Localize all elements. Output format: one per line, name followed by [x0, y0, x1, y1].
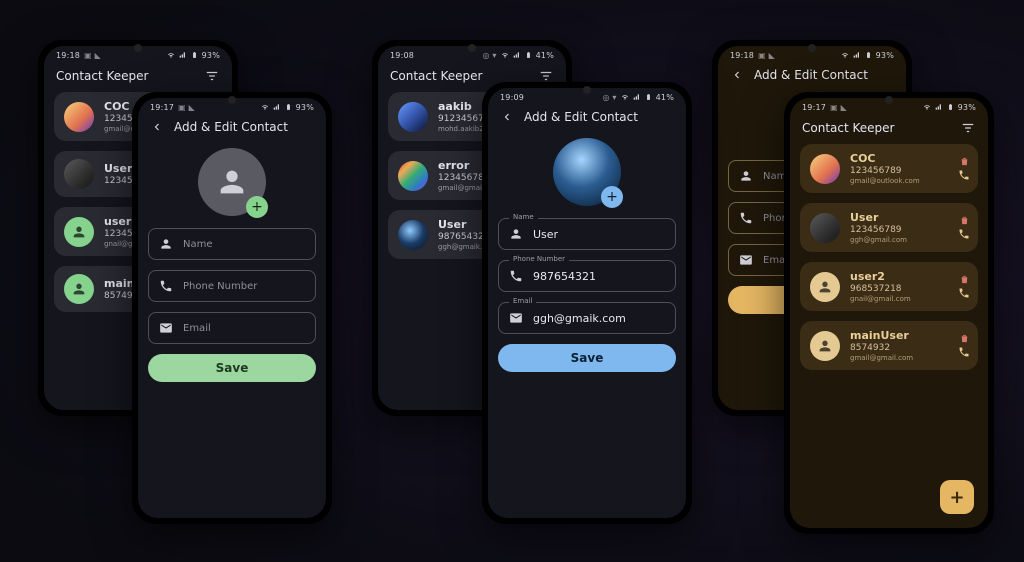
avatar-image[interactable]: +	[553, 138, 621, 206]
phone-icon	[159, 279, 173, 293]
phone-field[interactable]: Phone Number	[148, 270, 316, 302]
contact-name: User	[850, 211, 907, 224]
contact-card[interactable]: User 123456789 ggh@gmail.com	[800, 203, 978, 252]
add-photo-icon[interactable]: +	[246, 196, 268, 218]
name-field[interactable]: Name	[148, 228, 316, 260]
phone-value: 987654321	[533, 270, 596, 283]
email-value: ggh@gmaik.com	[533, 312, 626, 325]
contact-phone: 8574932	[850, 343, 913, 353]
contact-card[interactable]: user2 968537218 gnail@gmail.com	[800, 262, 978, 311]
email-placeholder: Email	[183, 323, 211, 334]
phone-add-edit-screen: 19:17▣ ◣ 93% Add & Edit Contact +	[138, 98, 326, 518]
avatar	[810, 331, 840, 361]
avatar	[64, 159, 94, 189]
call-icon[interactable]	[958, 343, 970, 362]
add-contact-fab[interactable]: +	[940, 480, 974, 514]
page-title: Contact Keeper	[802, 121, 894, 135]
save-button[interactable]: Save	[148, 354, 316, 382]
email-field[interactable]: Email	[148, 312, 316, 344]
name-value: User	[533, 228, 558, 241]
person-icon	[509, 227, 523, 241]
phone-add-edit-screen: 19:09 ◎ ▾ 41% Add & Edit Contact +	[488, 88, 686, 518]
email-label: Email	[509, 297, 536, 305]
avatar	[810, 272, 840, 302]
page-title: Add & Edit Contact	[524, 110, 638, 124]
phone-list-screen: 19:17▣ ◣ 93% Contact Keeper COC 12345678…	[790, 98, 988, 528]
call-icon[interactable]	[958, 225, 970, 244]
contact-phone: 123456789	[850, 166, 920, 176]
save-button[interactable]: Save	[498, 344, 676, 372]
back-icon[interactable]	[150, 120, 164, 134]
phone-label: Phone Number	[509, 255, 569, 263]
mail-icon	[159, 321, 173, 335]
contact-email: gmail@gmail.com	[850, 354, 913, 362]
avatar	[398, 102, 428, 132]
avatar	[810, 213, 840, 243]
mail-icon	[739, 253, 753, 267]
back-icon[interactable]	[500, 110, 514, 124]
avatar	[398, 161, 428, 191]
person-icon	[739, 169, 753, 183]
contact-phone: 123456789	[850, 225, 907, 235]
page-title: Contact Keeper	[56, 69, 148, 83]
mail-icon	[509, 311, 523, 325]
page-title: Add & Edit Contact	[754, 68, 868, 82]
contact-name: mainUser	[850, 329, 913, 342]
email-field[interactable]: Email ggh@gmaik.com	[498, 302, 676, 334]
name-placeholder: Name	[183, 239, 213, 250]
avatar	[398, 220, 428, 250]
avatar-placeholder[interactable]: +	[198, 148, 266, 216]
contact-email: gmail@outlook.com	[850, 177, 920, 185]
avatar	[64, 274, 94, 304]
phone-icon	[509, 269, 523, 283]
filter-icon[interactable]	[204, 68, 220, 84]
page-title: Contact Keeper	[390, 69, 482, 83]
name-field[interactable]: Name User	[498, 218, 676, 250]
contact-card[interactable]: mainUser 8574932 gmail@gmail.com	[800, 321, 978, 370]
page-title: Add & Edit Contact	[174, 120, 288, 134]
name-label: Name	[509, 213, 538, 221]
contact-email: ggh@gmail.com	[850, 236, 907, 244]
avatar	[810, 154, 840, 184]
contact-phone: 968537218	[850, 284, 911, 294]
phone-placeholder: Phone Number	[183, 281, 257, 292]
back-icon[interactable]	[730, 68, 744, 82]
phone-icon	[739, 211, 753, 225]
add-photo-icon[interactable]: +	[601, 186, 623, 208]
filter-icon[interactable]	[960, 120, 976, 136]
call-icon[interactable]	[958, 284, 970, 303]
phone-field[interactable]: Phone Number 987654321	[498, 260, 676, 292]
person-icon	[159, 237, 173, 251]
contact-email: gnail@gmail.com	[850, 295, 911, 303]
contact-card[interactable]: COC 123456789 gmail@outlook.com	[800, 144, 978, 193]
call-icon[interactable]	[958, 166, 970, 185]
contact-name: user2	[850, 270, 911, 283]
avatar	[64, 217, 94, 247]
contact-name: COC	[850, 152, 920, 165]
avatar	[64, 102, 94, 132]
